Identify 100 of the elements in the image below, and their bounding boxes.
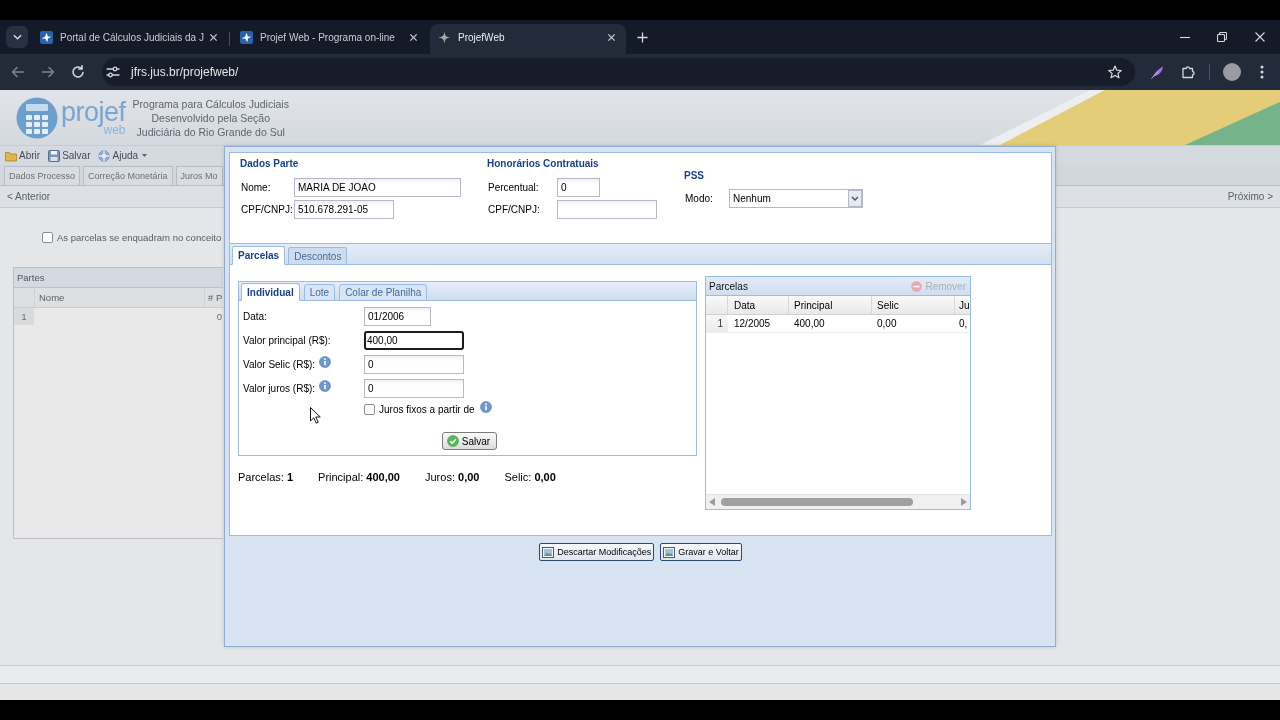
checkbox-label: As parcelas se enquadram no conceito (57, 231, 222, 243)
restore-icon[interactable] (1217, 32, 1227, 42)
checkbox[interactable] (364, 403, 375, 415)
tab[interactable]: Lote (303, 284, 336, 301)
text-field[interactable]: 400,00 (364, 331, 464, 350)
info-icon[interactable] (319, 380, 332, 392)
grid-title: Parcelas (709, 280, 748, 292)
tab[interactable]: Parcelas (232, 246, 286, 265)
logo-wordmark: projef (61, 99, 126, 125)
close-icon[interactable] (607, 32, 616, 42)
sparkle-icon (438, 30, 451, 44)
pinwheel-icon (240, 30, 253, 44)
save-button[interactable]: Salvar (441, 432, 498, 450)
browser-tab[interactable]: Portal de Cálculos Judiciais da J (32, 24, 228, 54)
next-link[interactable]: Próximo > (1227, 191, 1273, 202)
address-bar[interactable]: jfrs.jus.br/projefweb/ (102, 58, 1135, 86)
previous-link[interactable]: < Anterior (7, 191, 51, 202)
section-title: Dados Parte (240, 158, 299, 170)
close-icon[interactable] (409, 32, 418, 42)
tab[interactable]: Colar de Planilha (339, 284, 428, 301)
horizontal-scrollbar[interactable] (706, 494, 970, 509)
row-number: 1 (14, 308, 34, 325)
field-label: Valor juros (R$): (243, 383, 316, 394)
pinwheel-icon (40, 30, 53, 44)
logo-suffix: web (103, 125, 126, 136)
field-label: Percentual: (487, 182, 540, 193)
save-button[interactable]: Salvar (48, 146, 91, 165)
info-icon[interactable] (319, 356, 332, 368)
minus-icon (911, 280, 923, 292)
reload-icon[interactable] (71, 65, 85, 79)
table-cell-text: 12/2005 (733, 317, 772, 331)
browser-tab[interactable]: ProjefWeb (430, 24, 626, 54)
text-field[interactable]: 0 (557, 178, 600, 197)
table-cell-text: 0,00 (876, 317, 898, 331)
checkbox-label: Juros fixos a partir de (379, 403, 475, 415)
footer-button[interactable]: Gravar e Voltar (660, 543, 742, 561)
checkbox[interactable] (42, 231, 53, 243)
column-header[interactable]: Selic (872, 296, 955, 314)
field-label: CPF/CNPJ: (240, 204, 294, 215)
chevron-down-icon (12, 34, 22, 40)
column-header[interactable]: # P (204, 288, 223, 307)
more-icon[interactable] (1260, 65, 1264, 79)
forward-icon[interactable] (41, 65, 55, 79)
section-title: PSS (684, 170, 704, 182)
field-label: CPF/CNPJ: (487, 204, 541, 215)
tab[interactable]: Descontos (288, 247, 348, 265)
subtitle-line: Desenvolvido pela Seção (151, 110, 270, 125)
field-label: Data: (243, 311, 267, 322)
subtitle-line: Programa para Cálculos Judiciais (132, 96, 289, 111)
picture-icon (663, 546, 676, 558)
text-field[interactable]: 0 (364, 355, 464, 374)
browser-tab[interactable]: Projef Web - Programa on-line (232, 24, 428, 54)
footer-button[interactable]: Descartar Modificações (539, 543, 655, 561)
plus-icon[interactable] (637, 32, 648, 43)
section-title: Honorários Contratuais (487, 158, 599, 170)
subtitle-line: Judiciária do Rio Grande do Sul (136, 124, 285, 139)
text-field[interactable]: MARIA DE JOAO (294, 178, 461, 197)
picture-icon (542, 546, 555, 558)
summary-item: Selic: 0,00 (504, 471, 556, 483)
tab[interactable]: Correção Monetária (83, 166, 173, 185)
back-icon[interactable] (11, 65, 25, 79)
close-icon[interactable] (209, 32, 218, 42)
lifebuoy-icon (98, 149, 111, 162)
column-header[interactable]: Ju (955, 296, 970, 314)
help-button[interactable]: Ajuda (98, 146, 148, 165)
puzzle-icon[interactable] (1181, 65, 1195, 79)
text-field[interactable]: 510.678.291-05 (294, 200, 394, 219)
summary-item: Juros: 0,00 (425, 471, 480, 483)
summary-item: Principal: 400,00 (318, 471, 400, 483)
column-header[interactable]: Data (728, 296, 789, 314)
column-header[interactable]: Nome (34, 288, 204, 307)
field-label: Valor principal (R$): (243, 335, 331, 346)
row-number: 1 (706, 315, 728, 332)
mode-dropdown[interactable]: Nenhum (729, 189, 863, 208)
caret-icon[interactable] (848, 190, 862, 207)
check-icon (446, 435, 459, 447)
field-label: Valor Selic (R$): (243, 359, 316, 370)
text-field[interactable]: 0 (364, 379, 464, 398)
url-text: jfrs.jus.br/projefweb/ (131, 65, 239, 79)
close-icon[interactable] (1255, 32, 1265, 42)
text-field[interactable]: 01/2006 (364, 307, 431, 326)
cursor-icon (310, 407, 321, 424)
folder-icon (5, 149, 17, 162)
text-field[interactable] (557, 200, 657, 219)
tab[interactable]: Individual (241, 283, 300, 301)
summary-item: Parcelas: 1 (238, 471, 294, 483)
star-icon[interactable] (1108, 65, 1122, 79)
column-header[interactable]: Principal (789, 296, 872, 314)
feather-icon[interactable] (1150, 65, 1164, 79)
sliders-icon[interactable] (106, 65, 120, 79)
avatar-icon[interactable] (1223, 63, 1241, 81)
tab[interactable]: Juros Mo (175, 166, 223, 185)
tab-list-button[interactable] (6, 26, 28, 48)
panel-title: Partes (14, 268, 223, 288)
tab[interactable]: Dados Processo (4, 166, 81, 185)
open-button[interactable]: Abrir (5, 146, 41, 165)
scrollbar-thumb[interactable] (721, 498, 913, 506)
info-icon[interactable] (479, 400, 492, 413)
table-cell-text: 0, (958, 317, 969, 331)
field-label: Modo: (684, 193, 714, 204)
